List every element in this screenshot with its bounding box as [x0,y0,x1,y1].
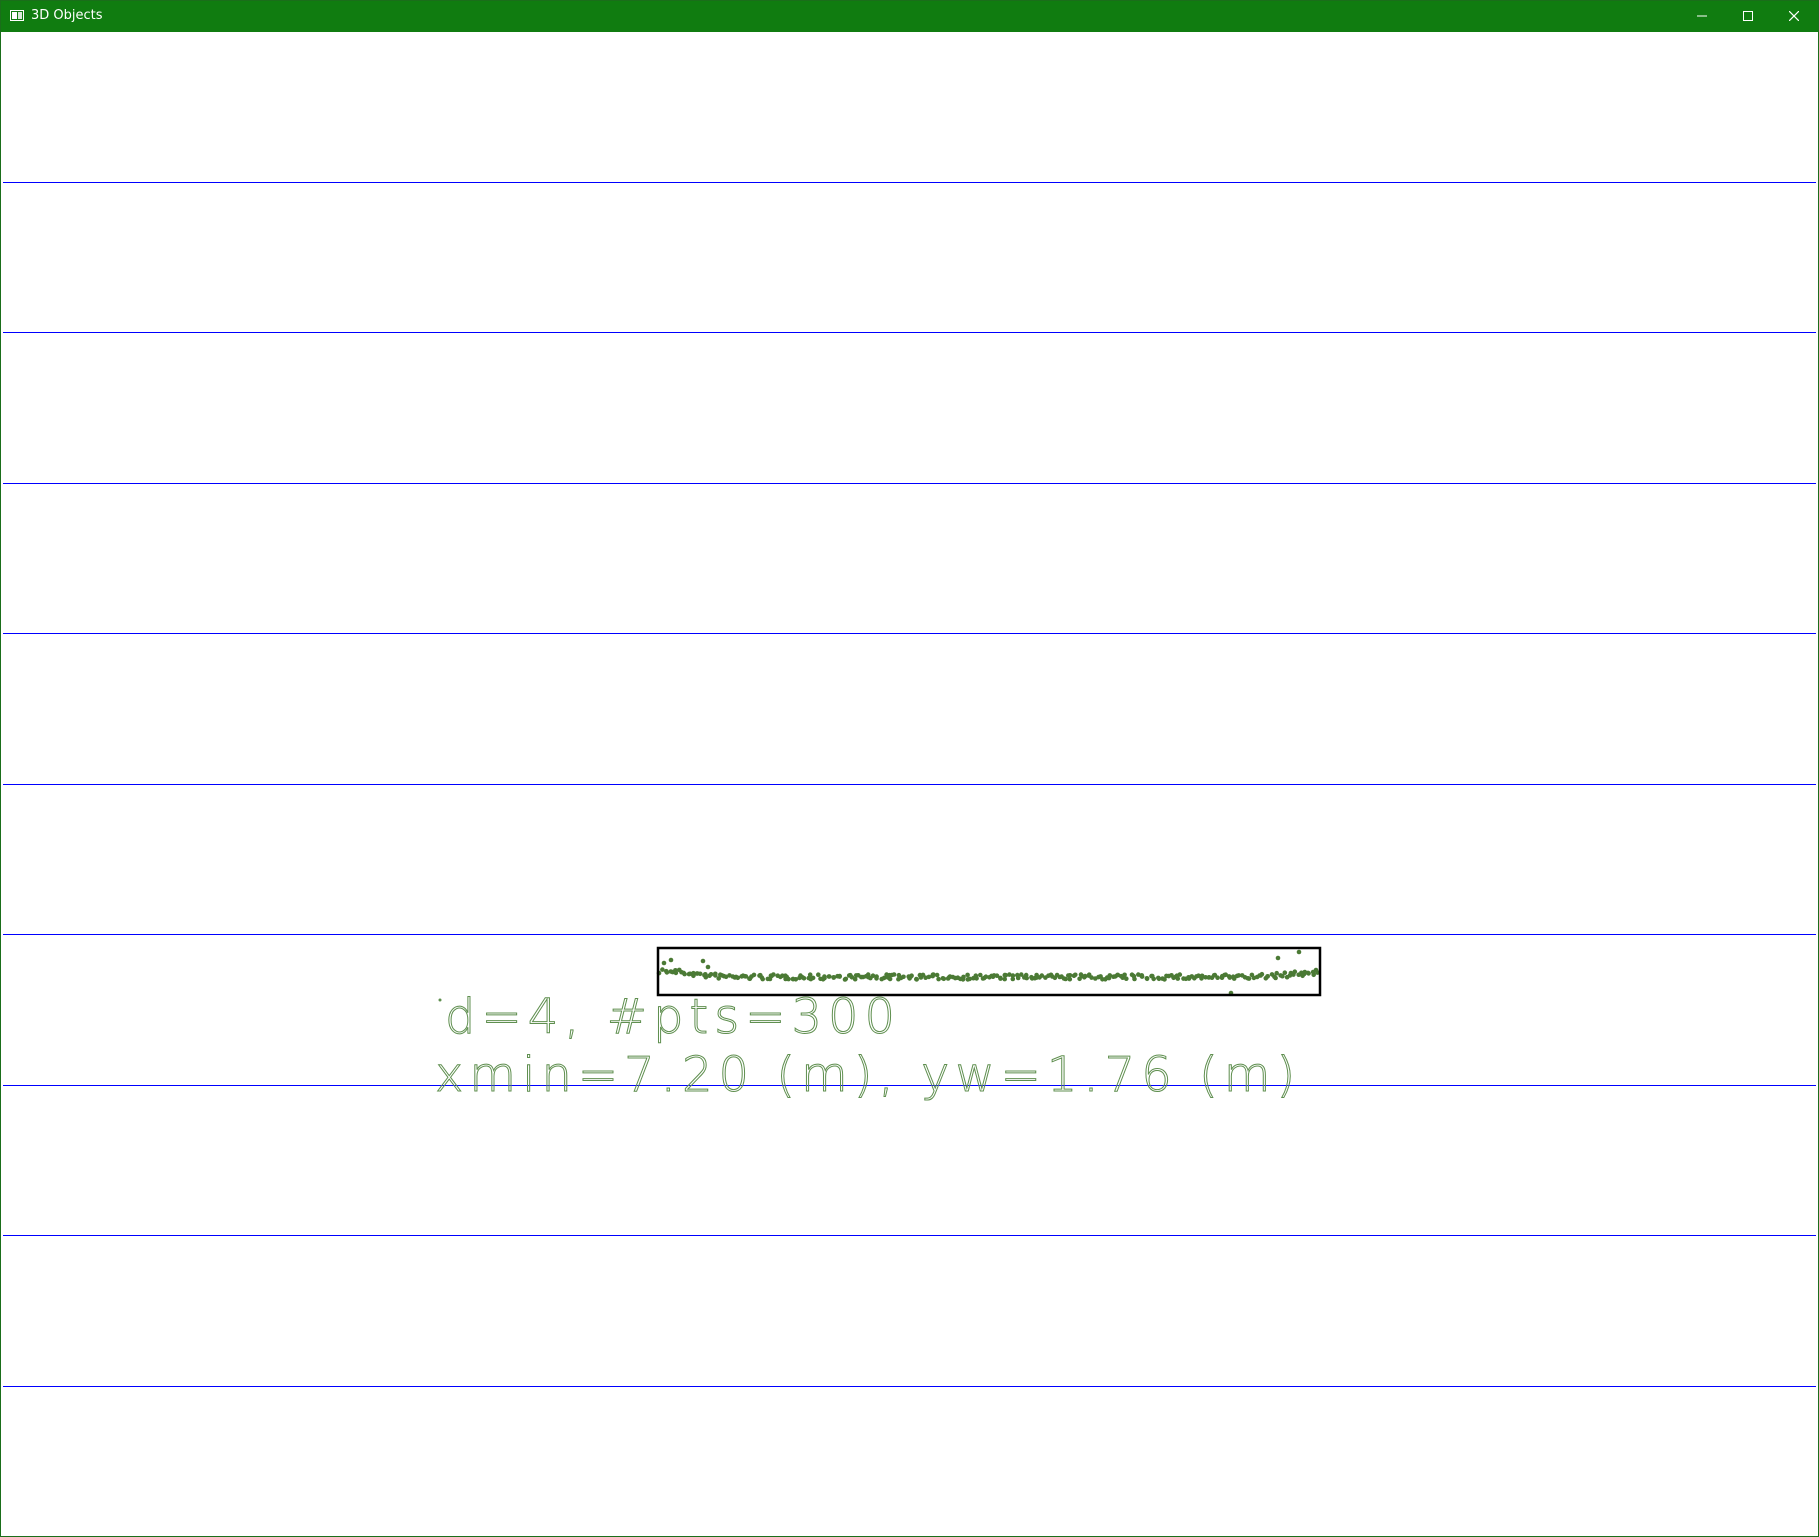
cloud-point [786,976,791,982]
label-dot [438,998,442,1002]
cloud-point [1265,974,1270,979]
cloud-point [1144,976,1150,982]
cloud-point [1275,955,1281,961]
cloud-point [837,973,842,979]
cloud-point [810,975,816,981]
object-bounding-box [656,946,1322,997]
cloud-point [891,972,897,977]
maximize-button[interactable] [1725,1,1771,32]
cloud-point [664,970,670,975]
cloud-point [1274,970,1279,976]
cloud-point [874,976,879,981]
object-label-line1: d=4, #pts=300 [445,989,901,1045]
cloud-point [998,975,1003,981]
cloud-point [909,973,914,978]
minimize-button[interactable] [1679,1,1725,32]
cloud-point [1292,969,1298,974]
cloud-point [941,976,947,982]
cloud-point [934,972,940,978]
cloud-point [1258,973,1263,978]
cloud-point [843,976,849,982]
close-icon [1789,11,1799,21]
cloud-point [801,976,807,981]
cloud-point [703,972,708,977]
cloud-point [1215,975,1220,980]
cloud-point [1002,976,1007,982]
app-icon [10,10,24,21]
cloud-point [901,974,906,980]
cloud-point [1024,975,1029,981]
cloud-point [708,972,714,977]
lane-lines [3,182,1816,1387]
cloud-point [700,958,706,964]
cloud-point [1296,949,1302,955]
cloud-point [1139,973,1145,978]
cloud-point [1282,970,1288,975]
app-window: 3D Objects d=4, #pts=300 xmin=7.20 (m), … [0,0,1819,1537]
title-bar[interactable]: 3D Objects [1,1,1818,32]
cloud-point [1306,971,1311,976]
window-title: 3D Objects [31,8,103,23]
maximize-icon [1743,11,1753,21]
cloud-point [1106,975,1112,981]
cloud-point [822,975,827,981]
cloud-point [697,971,703,977]
cloud-point [681,970,686,976]
cloud-point [1071,973,1077,979]
cloud-point [751,972,757,978]
cloud-point [661,960,667,966]
render-canvas[interactable]: d=4, #pts=300 xmin=7.20 (m), yw=1.76 (m) [3,33,1816,1536]
cloud-point [1151,976,1156,982]
cloud-point [1015,972,1020,978]
cloud-point [973,973,979,978]
cloud-point [936,976,941,982]
cloud-point [816,972,821,977]
cloud-point [668,957,674,963]
cloud-point [1124,976,1129,981]
top-down-view: d=4, #pts=300 xmin=7.20 (m), yw=1.76 (m) [3,182,1816,1387]
cloud-point [771,972,776,977]
cloud-point [1273,975,1278,981]
close-button[interactable] [1771,1,1817,32]
cloud-point [1177,972,1183,977]
minimize-icon [1697,15,1707,17]
cloud-point [914,976,919,982]
cloud-point [1067,976,1073,982]
object-label-line2: xmin=7.20 (m), yw=1.76 (m) [435,1047,1301,1103]
cloud-point [705,964,711,970]
cloud-point [1246,976,1252,981]
cloud-point [1010,973,1016,978]
cloud-point [760,976,765,982]
cloud-point [961,974,966,980]
cloud-point [1132,976,1137,982]
cloud-point [826,974,832,979]
cloud-point [926,974,932,980]
cloud-point [1313,967,1319,973]
cloud-point [965,972,970,978]
